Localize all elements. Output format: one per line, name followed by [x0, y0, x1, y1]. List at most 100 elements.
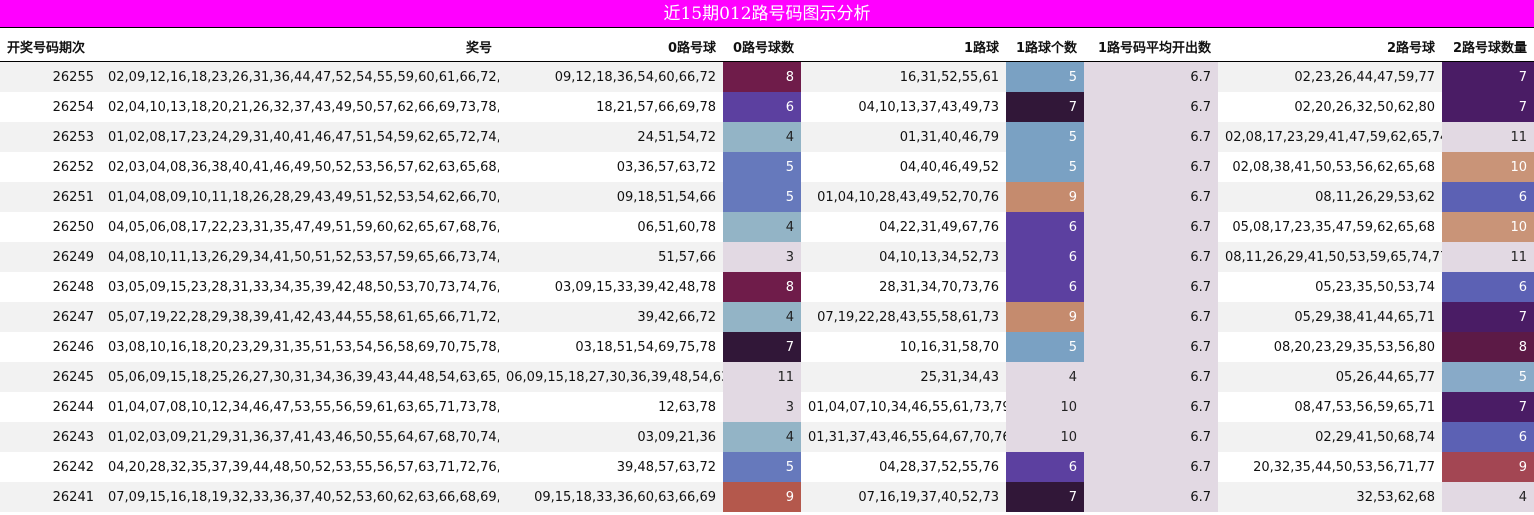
numbers-cell: 07,09,15,16,18,19,32,33,36,37,40,52,53,6… — [101, 482, 499, 512]
route1-average-cell: 6.7 — [1084, 242, 1218, 272]
route0-cell: 09,15,18,33,36,60,63,66,69 — [499, 482, 723, 512]
route1-count-cell: 5 — [1006, 332, 1084, 362]
table-row: 26255 02,09,12,16,18,23,26,31,36,44,47,52… — [0, 61, 1534, 92]
route1-cell: 07,19,22,28,43,55,58,61,73 — [801, 302, 1006, 332]
route2-count-cell: 10 — [1442, 152, 1534, 182]
table-row: 26251 01,04,08,09,10,11,18,26,28,29,43,49… — [0, 182, 1534, 212]
table-row: 26253 01,02,08,17,23,24,29,31,40,41,46,47… — [0, 122, 1534, 152]
route1-average-cell: 6.7 — [1084, 302, 1218, 332]
route2-count-cell: 11 — [1442, 122, 1534, 152]
route2-count-cell: 10 — [1442, 212, 1534, 242]
route1-count-cell: 6 — [1006, 272, 1084, 302]
route1-count-cell: 6 — [1006, 212, 1084, 242]
period-cell: 26244 — [0, 392, 101, 422]
route2-count-cell: 8 — [1442, 332, 1534, 362]
route0-count-cell: 11 — [723, 362, 801, 392]
period-cell: 26242 — [0, 452, 101, 482]
table-title: 近15期012路号码图示分析 — [0, 0, 1534, 28]
numbers-cell: 01,02,08,17,23,24,29,31,40,41,46,47,51,5… — [101, 122, 499, 152]
route2-count-cell: 4 — [1442, 482, 1534, 512]
header-route0-count: 0路号球数 — [723, 32, 801, 62]
numbers-cell: 02,09,12,16,18,23,26,31,36,44,47,52,54,5… — [101, 61, 499, 92]
period-cell: 26249 — [0, 242, 101, 272]
route0-count-cell: 7 — [723, 332, 801, 362]
table-row: 26249 04,08,10,11,13,26,29,34,41,50,51,52… — [0, 242, 1534, 272]
route0-cell: 51,57,66 — [499, 242, 723, 272]
route1-count-cell: 5 — [1006, 122, 1084, 152]
route1-cell: 04,10,13,37,43,49,73 — [801, 92, 1006, 122]
route1-cell: 04,22,31,49,67,76 — [801, 212, 1006, 242]
route0-count-cell: 3 — [723, 392, 801, 422]
route2-cell: 02,08,17,23,29,41,47,59,62,65,74 — [1218, 122, 1442, 152]
route0-cell: 03,36,57,63,72 — [499, 152, 723, 182]
numbers-cell: 01,04,08,09,10,11,18,26,28,29,43,49,51,5… — [101, 182, 499, 212]
period-cell: 26251 — [0, 182, 101, 212]
route0-cell: 03,09,15,33,39,42,48,78 — [499, 272, 723, 302]
route2-cell: 02,23,26,44,47,59,77 — [1218, 61, 1442, 92]
route0-cell: 09,12,18,36,54,60,66,72 — [499, 61, 723, 92]
route1-cell: 16,31,52,55,61 — [801, 61, 1006, 92]
numbers-cell: 05,06,09,15,18,25,26,27,30,31,34,36,39,4… — [101, 362, 499, 392]
route0-count-cell: 4 — [723, 302, 801, 332]
period-cell: 26255 — [0, 61, 101, 92]
route2-count-cell: 6 — [1442, 422, 1534, 452]
route1-count-cell: 10 — [1006, 392, 1084, 422]
route1-average-cell: 6.7 — [1084, 212, 1218, 242]
route2-cell: 02,29,41,50,68,74 — [1218, 422, 1442, 452]
route1-cell: 04,28,37,52,55,76 — [801, 452, 1006, 482]
route1-average-cell: 6.7 — [1084, 152, 1218, 182]
numbers-cell: 01,04,07,08,10,12,34,46,47,53,55,56,59,6… — [101, 392, 499, 422]
route0-count-cell: 5 — [723, 182, 801, 212]
route1-average-cell: 6.7 — [1084, 332, 1218, 362]
route1-cell: 28,31,34,70,73,76 — [801, 272, 1006, 302]
numbers-cell: 03,08,10,16,18,20,23,29,31,35,51,53,54,5… — [101, 332, 499, 362]
route2-cell: 05,08,17,23,35,47,59,62,65,68 — [1218, 212, 1442, 242]
route1-count-cell: 6 — [1006, 242, 1084, 272]
table-row: 26248 03,05,09,15,23,28,31,33,34,35,39,42… — [0, 272, 1534, 302]
route1-count-cell: 5 — [1006, 61, 1084, 92]
route2-cell: 02,20,26,32,50,62,80 — [1218, 92, 1442, 122]
route0-cell: 09,18,51,54,66 — [499, 182, 723, 212]
route2-cell: 08,11,26,29,41,50,53,59,65,74,77 — [1218, 242, 1442, 272]
numbers-cell: 05,07,19,22,28,29,38,39,41,42,43,44,55,5… — [101, 302, 499, 332]
route1-average-cell: 6.7 — [1084, 362, 1218, 392]
table-row: 26252 02,03,04,08,36,38,40,41,46,49,50,52… — [0, 152, 1534, 182]
route1-count-cell: 4 — [1006, 362, 1084, 392]
route0-cell: 12,63,78 — [499, 392, 723, 422]
header-numbers: 奖号 — [101, 32, 499, 62]
route1-average-cell: 6.7 — [1084, 482, 1218, 512]
route1-average-cell: 6.7 — [1084, 122, 1218, 152]
route2-count-cell: 6 — [1442, 182, 1534, 212]
period-cell: 26254 — [0, 92, 101, 122]
route0-cell: 06,51,60,78 — [499, 212, 723, 242]
route0-cell: 03,18,51,54,69,75,78 — [499, 332, 723, 362]
header-row: 开奖号码期次 奖号 0路号球 0路号球数 1路球 1路球个数 1路号码平均开出数… — [0, 32, 1534, 62]
table-row: 26244 01,04,07,08,10,12,34,46,47,53,55,56… — [0, 392, 1534, 422]
route2-cell: 05,23,35,50,53,74 — [1218, 272, 1442, 302]
route0-count-cell: 9 — [723, 482, 801, 512]
numbers-cell: 02,04,10,13,18,20,21,26,32,37,43,49,50,5… — [101, 92, 499, 122]
route1-count-cell: 6 — [1006, 452, 1084, 482]
analysis-table: 开奖号码期次 奖号 0路号球 0路号球数 1路球 1路球个数 1路号码平均开出数… — [0, 32, 1534, 512]
route1-count-cell: 7 — [1006, 482, 1084, 512]
route0-cell: 03,09,21,36 — [499, 422, 723, 452]
route0-count-cell: 4 — [723, 212, 801, 242]
route2-cell: 05,29,38,41,44,65,71 — [1218, 302, 1442, 332]
period-cell: 26243 — [0, 422, 101, 452]
header-route2-count: 2路号球数量 — [1442, 32, 1534, 62]
route1-cell: 07,16,19,37,40,52,73 — [801, 482, 1006, 512]
route2-count-cell: 11 — [1442, 242, 1534, 272]
route1-cell: 25,31,34,43 — [801, 362, 1006, 392]
route1-average-cell: 6.7 — [1084, 452, 1218, 482]
route1-count-cell: 9 — [1006, 182, 1084, 212]
table-row: 26245 05,06,09,15,18,25,26,27,30,31,34,36… — [0, 362, 1534, 392]
numbers-cell: 02,03,04,08,36,38,40,41,46,49,50,52,53,5… — [101, 152, 499, 182]
header-route1-average: 1路号码平均开出数 — [1084, 32, 1218, 62]
route2-cell: 32,53,62,68 — [1218, 482, 1442, 512]
route1-cell: 04,40,46,49,52 — [801, 152, 1006, 182]
route2-cell: 08,47,53,56,59,65,71 — [1218, 392, 1442, 422]
numbers-cell: 01,02,03,09,21,29,31,36,37,41,43,46,50,5… — [101, 422, 499, 452]
route1-cell: 01,31,40,46,79 — [801, 122, 1006, 152]
route0-cell: 06,09,15,18,27,30,36,39,48,54,63 — [499, 362, 723, 392]
route0-count-cell: 8 — [723, 61, 801, 92]
